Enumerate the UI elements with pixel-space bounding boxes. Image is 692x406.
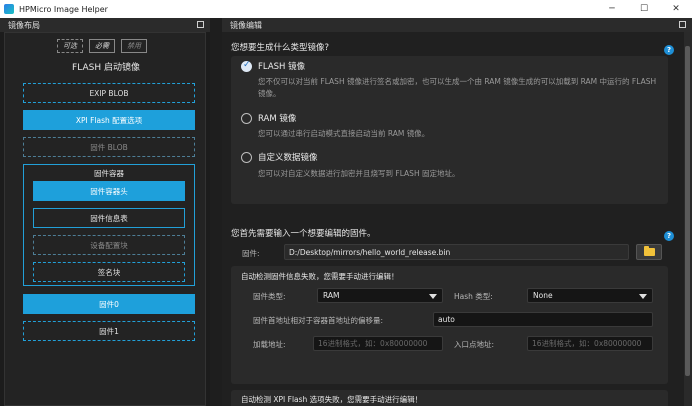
help-icon[interactable]: ? bbox=[664, 45, 674, 55]
ram-image-label: RAM 镜像 bbox=[258, 114, 297, 124]
device-config-block[interactable]: 设备配置块 bbox=[33, 235, 185, 255]
window-title: HPMicro Image Helper bbox=[19, 4, 108, 14]
firmware-blob-block[interactable]: 固件 BLOB bbox=[23, 137, 195, 157]
legend-optional: 可选 bbox=[57, 39, 83, 53]
layout-canvas: 可选 必需 禁用 FLASH 启动镜像 EXIP BLOB XPI Flash … bbox=[4, 32, 206, 406]
offset-label: 固件首地址相对于容器首地址的偏移量: bbox=[253, 316, 384, 325]
entry-address-input[interactable]: 16进制格式，如：0x80000000 bbox=[527, 336, 653, 351]
firmware-info-table-block[interactable]: 固件信息表 bbox=[33, 208, 185, 228]
close-button[interactable]: ✕ bbox=[660, 0, 692, 18]
firmware-type-select[interactable]: RAM bbox=[317, 288, 443, 303]
ram-image-desc: 您可以通过串行启动模式直接启动当前 RAM 镜像。 bbox=[258, 129, 430, 138]
hash-type-label: Hash 类型: bbox=[454, 292, 493, 301]
image-edit-title: 镜像编辑 bbox=[230, 20, 262, 30]
vertical-scrollbar[interactable] bbox=[684, 32, 692, 406]
container-title: 固件容器 bbox=[94, 169, 124, 178]
offset-input[interactable]: auto bbox=[433, 312, 653, 327]
firmware0-block[interactable]: 固件0 bbox=[23, 294, 195, 314]
firmware-label: 固件: bbox=[242, 249, 260, 258]
chevron-down-icon bbox=[429, 294, 437, 299]
container-header-block[interactable]: 固件容器头 bbox=[33, 181, 185, 201]
minimize-button[interactable]: ─ bbox=[596, 0, 628, 18]
float-panel-icon[interactable] bbox=[197, 21, 204, 28]
legend: 可选 必需 禁用 bbox=[57, 39, 147, 53]
maximize-button[interactable]: ☐ bbox=[628, 0, 660, 18]
signature-block[interactable]: 签名块 bbox=[33, 262, 185, 282]
image-layout-header: 镜像布局 bbox=[0, 18, 210, 32]
title-bar: HPMicro Image Helper ─ ☐ ✕ bbox=[0, 0, 692, 18]
firmware-type-value: RAM bbox=[323, 291, 340, 300]
image-type-group: FLASH 镜像 您不仅可以对当前 FLASH 镜像进行签名或加密，也可以生成一… bbox=[231, 56, 668, 204]
image-layout-title: 镜像布局 bbox=[8, 20, 40, 30]
help-icon[interactable]: ? bbox=[664, 231, 674, 241]
xpi-flash-group: 自动检测 XPI Flash 选项失败，您需要手动进行编辑！ bbox=[231, 390, 668, 406]
entry-address-label: 入口点地址: bbox=[454, 340, 495, 349]
flash-image-label: FLASH 镜像 bbox=[258, 62, 306, 72]
legend-disabled: 禁用 bbox=[121, 39, 147, 53]
app-window: HPMicro Image Helper ─ ☐ ✕ 镜像布局 可选 必需 禁用… bbox=[0, 0, 692, 406]
ram-image-radio[interactable] bbox=[241, 113, 252, 124]
app-logo-icon bbox=[4, 4, 14, 14]
custom-data-image-desc: 您可以对自定义数据进行加密并且烧写到 FLASH 固定地址。 bbox=[258, 169, 460, 178]
hash-type-value: None bbox=[533, 291, 553, 300]
xpi-flash-config-block[interactable]: XPI Flash 配置选项 bbox=[23, 110, 195, 130]
legend-required: 必需 bbox=[89, 39, 115, 53]
custom-data-image-label: 自定义数据镜像 bbox=[258, 153, 318, 163]
image-edit-body: 您想要生成什么类型镜像? ? FLASH 镜像 您不仅可以对当前 FLASH 镜… bbox=[222, 32, 684, 406]
image-edit-panel: 镜像编辑 您想要生成什么类型镜像? ? FLASH 镜像 您不仅可以对当前 FL… bbox=[222, 18, 692, 406]
browse-folder-button[interactable] bbox=[636, 244, 662, 260]
flash-image-desc: 您不仅可以对当前 FLASH 镜像进行签名或加密，也可以生成一个由 RAM 镜像… bbox=[258, 77, 657, 98]
custom-data-image-radio[interactable] bbox=[241, 152, 252, 163]
firmware-container: 固件容器 固件容器头 固件信息表 设备配置块 签名块 bbox=[23, 164, 195, 286]
flash-image-radio[interactable] bbox=[241, 60, 252, 72]
firmware-type-label: 固件类型: bbox=[253, 292, 286, 301]
exip-blob-block[interactable]: EXIP BLOB bbox=[23, 83, 195, 103]
float-panel-icon[interactable] bbox=[679, 21, 686, 28]
chevron-down-icon bbox=[639, 294, 647, 299]
xpi-detect-fail-text: 自动检测 XPI Flash 选项失败，您需要手动进行编辑！ bbox=[241, 395, 423, 404]
firmware1-block[interactable]: 固件1 bbox=[23, 321, 195, 341]
question-image-type: 您想要生成什么类型镜像? bbox=[231, 43, 330, 53]
firmware-detect-fail-text: 自动检测固件信息失败，您需要手动进行编辑！ bbox=[241, 272, 399, 281]
load-address-label: 加载地址: bbox=[253, 340, 286, 349]
load-address-input[interactable]: 16进制格式，如：0x80000000 bbox=[313, 336, 443, 351]
hash-type-select[interactable]: None bbox=[527, 288, 653, 303]
scrollbar-thumb[interactable] bbox=[685, 46, 690, 376]
question-firmware-input: 您首先需要输入一个想要编辑的固件。 bbox=[231, 229, 376, 239]
image-edit-header: 镜像编辑 bbox=[222, 18, 692, 32]
firmware-path-input[interactable]: D:/Desktop/mirrors/hello_world_release.b… bbox=[284, 244, 629, 260]
firmware-info-group: 自动检测固件信息失败，您需要手动进行编辑！ 固件类型: RAM Hash 类型:… bbox=[231, 266, 668, 384]
image-layout-panel: 镜像布局 可选 必需 禁用 FLASH 启动镜像 EXIP BLOB XPI F… bbox=[0, 18, 210, 406]
folder-icon bbox=[643, 246, 655, 256]
flash-image-title: FLASH 启动镜像 bbox=[72, 63, 140, 73]
